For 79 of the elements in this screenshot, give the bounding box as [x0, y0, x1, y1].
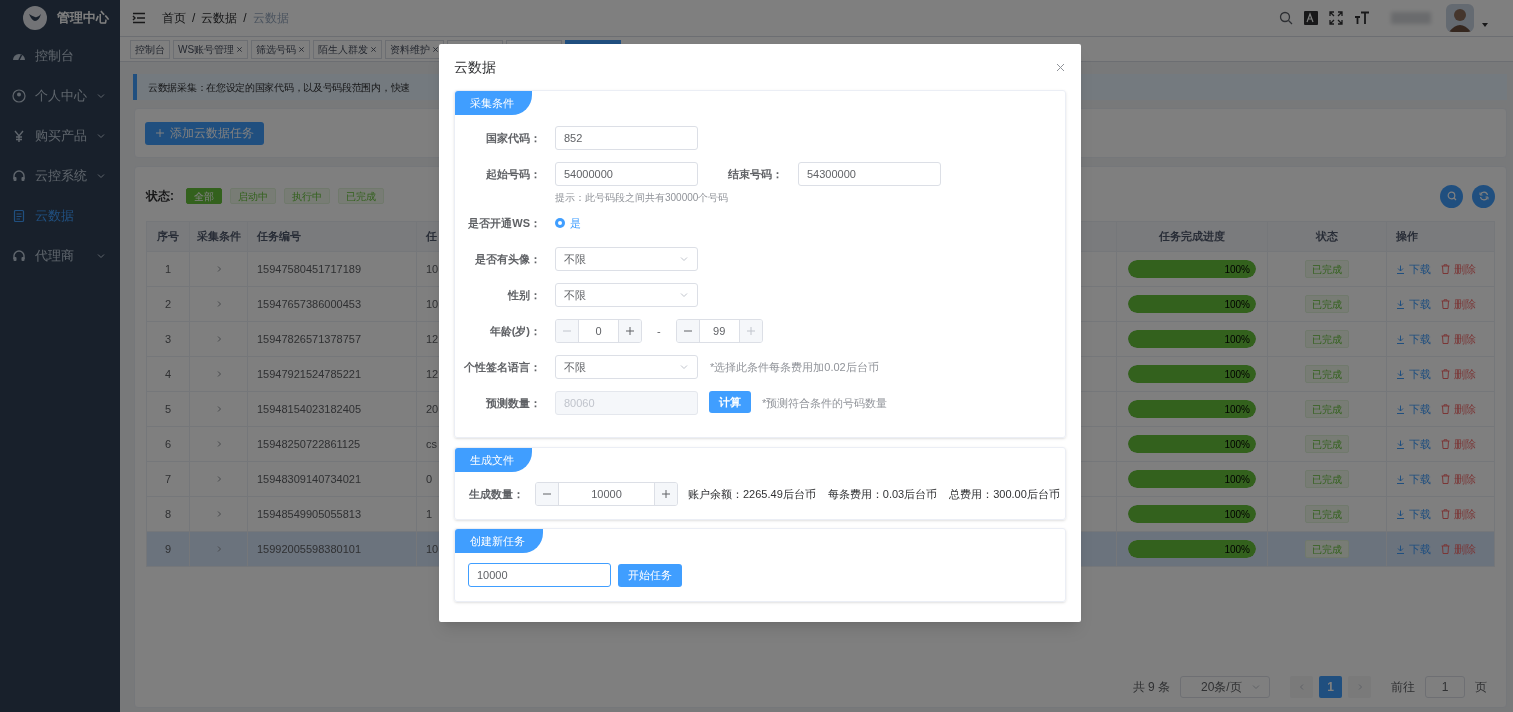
progress-text: 100%: [1224, 507, 1250, 522]
status-tag: 已完成: [1305, 540, 1349, 558]
field-label: 预测数量：: [485, 395, 541, 411]
table-cell-text: 10: [426, 261, 439, 277]
table-cell-text: 9: [164, 541, 172, 557]
field-note: *预测符合条件的号码数量: [762, 395, 888, 411]
breadcrumb-separator: /: [192, 10, 196, 27]
table-cell-text: 15947921524785221: [257, 366, 361, 382]
table-cell-text: 15948309140734021: [257, 471, 361, 487]
section-tag: 创建新任务: [455, 529, 543, 553]
field-label: 国家代码：: [485, 130, 541, 146]
status-tag: 已完成: [1305, 295, 1349, 313]
table-cell-text: 2: [164, 296, 172, 312]
goto-label: 前往: [1391, 679, 1415, 696]
table-cell-text: 4: [164, 366, 172, 382]
table-cell-text: 5: [164, 401, 172, 417]
range-separator: -: [657, 323, 661, 339]
field-label: 起始号码：: [485, 166, 541, 182]
progress-text: 100%: [1224, 262, 1250, 277]
table-cell-text: 0: [426, 471, 433, 487]
progress-text: 100%: [1224, 402, 1250, 417]
progress-text: 100%: [1224, 472, 1250, 487]
page-suffix: 页: [1475, 679, 1487, 696]
table-cell-text: 12: [426, 366, 439, 382]
field-note: *选择此条件每条费用加0.02后台币: [710, 359, 879, 375]
status-tag: 已完成: [1305, 435, 1349, 453]
table-cell-text: 20: [426, 401, 439, 417]
table-cell-text: 8: [164, 506, 172, 522]
status-tag: 已完成: [1305, 260, 1349, 278]
field-label: 是否开通WS：: [467, 215, 541, 231]
table-cell-text: 7: [164, 471, 172, 487]
hint-text: 提示：此号码段之间共有300000个号码: [555, 191, 730, 205]
column-header: 采集条件: [196, 229, 241, 245]
stepper-value: 0: [594, 323, 603, 339]
progress-text: 100%: [1224, 437, 1250, 452]
table-cell-text: cs: [426, 436, 437, 452]
column-header: 序号: [157, 229, 179, 245]
field-label: 年龄(岁)：: [488, 323, 541, 339]
column-header: 任务完成进度: [1159, 229, 1225, 245]
stepper-value: 99: [712, 323, 727, 339]
column-header: 状态: [1316, 229, 1338, 245]
table-cell-text: 15992005598380101: [257, 541, 361, 557]
progress-text: 100%: [1224, 332, 1250, 347]
progress-text: 100%: [1224, 297, 1250, 312]
app-title: 管理中心: [57, 9, 109, 28]
field-label: 结束号码：: [727, 166, 783, 182]
table-cell-text: 1: [426, 506, 433, 522]
column-header: 任: [426, 229, 437, 245]
status-tag: 已完成: [1305, 330, 1349, 348]
status-tag: 已完成: [1305, 400, 1349, 418]
table-cell-text: 10: [426, 296, 439, 312]
section-tag: 采集条件: [455, 91, 532, 115]
progress-text: 100%: [1224, 542, 1250, 557]
dialog-title: 云数据: [454, 57, 496, 77]
total-count: 共 9 条: [1132, 679, 1170, 696]
table-cell-text: 15947826571378757: [257, 331, 361, 347]
section-tag: 生成文件: [455, 448, 532, 472]
field-label: 性别：: [506, 287, 541, 303]
status-tag: 已完成: [1305, 365, 1349, 383]
filter-label: 状态:: [146, 188, 174, 205]
table-cell-text: 3: [164, 331, 172, 347]
breadcrumb-separator: /: [243, 10, 247, 27]
table-cell-text: 15948154023182405: [257, 401, 361, 417]
table-cell-text: 15948250722861125: [257, 436, 361, 452]
table-cell-text: 1: [164, 261, 172, 277]
status-tag: 已完成: [1305, 505, 1349, 523]
table-cell-text: 15947657386000453: [257, 296, 361, 312]
status-tag: 已完成: [1305, 470, 1349, 488]
table-cell-text: 15947580451717189: [257, 261, 361, 277]
table-cell-text: 6: [164, 436, 172, 452]
field-label: 个性签名语言：: [463, 359, 541, 375]
progress-text: 100%: [1224, 367, 1250, 382]
column-header: 操作: [1396, 229, 1418, 245]
table-cell-text: 10: [426, 541, 439, 557]
column-header: 任务编号: [257, 229, 301, 245]
table-cell-text: 12: [426, 331, 439, 347]
table-cell-text: 15948549905055813: [257, 506, 361, 522]
alert-text: 云数据采集：在您设定的国家代码，以及号码段范围内，快速: [148, 80, 410, 95]
field-label: 是否有头像：: [474, 251, 541, 267]
